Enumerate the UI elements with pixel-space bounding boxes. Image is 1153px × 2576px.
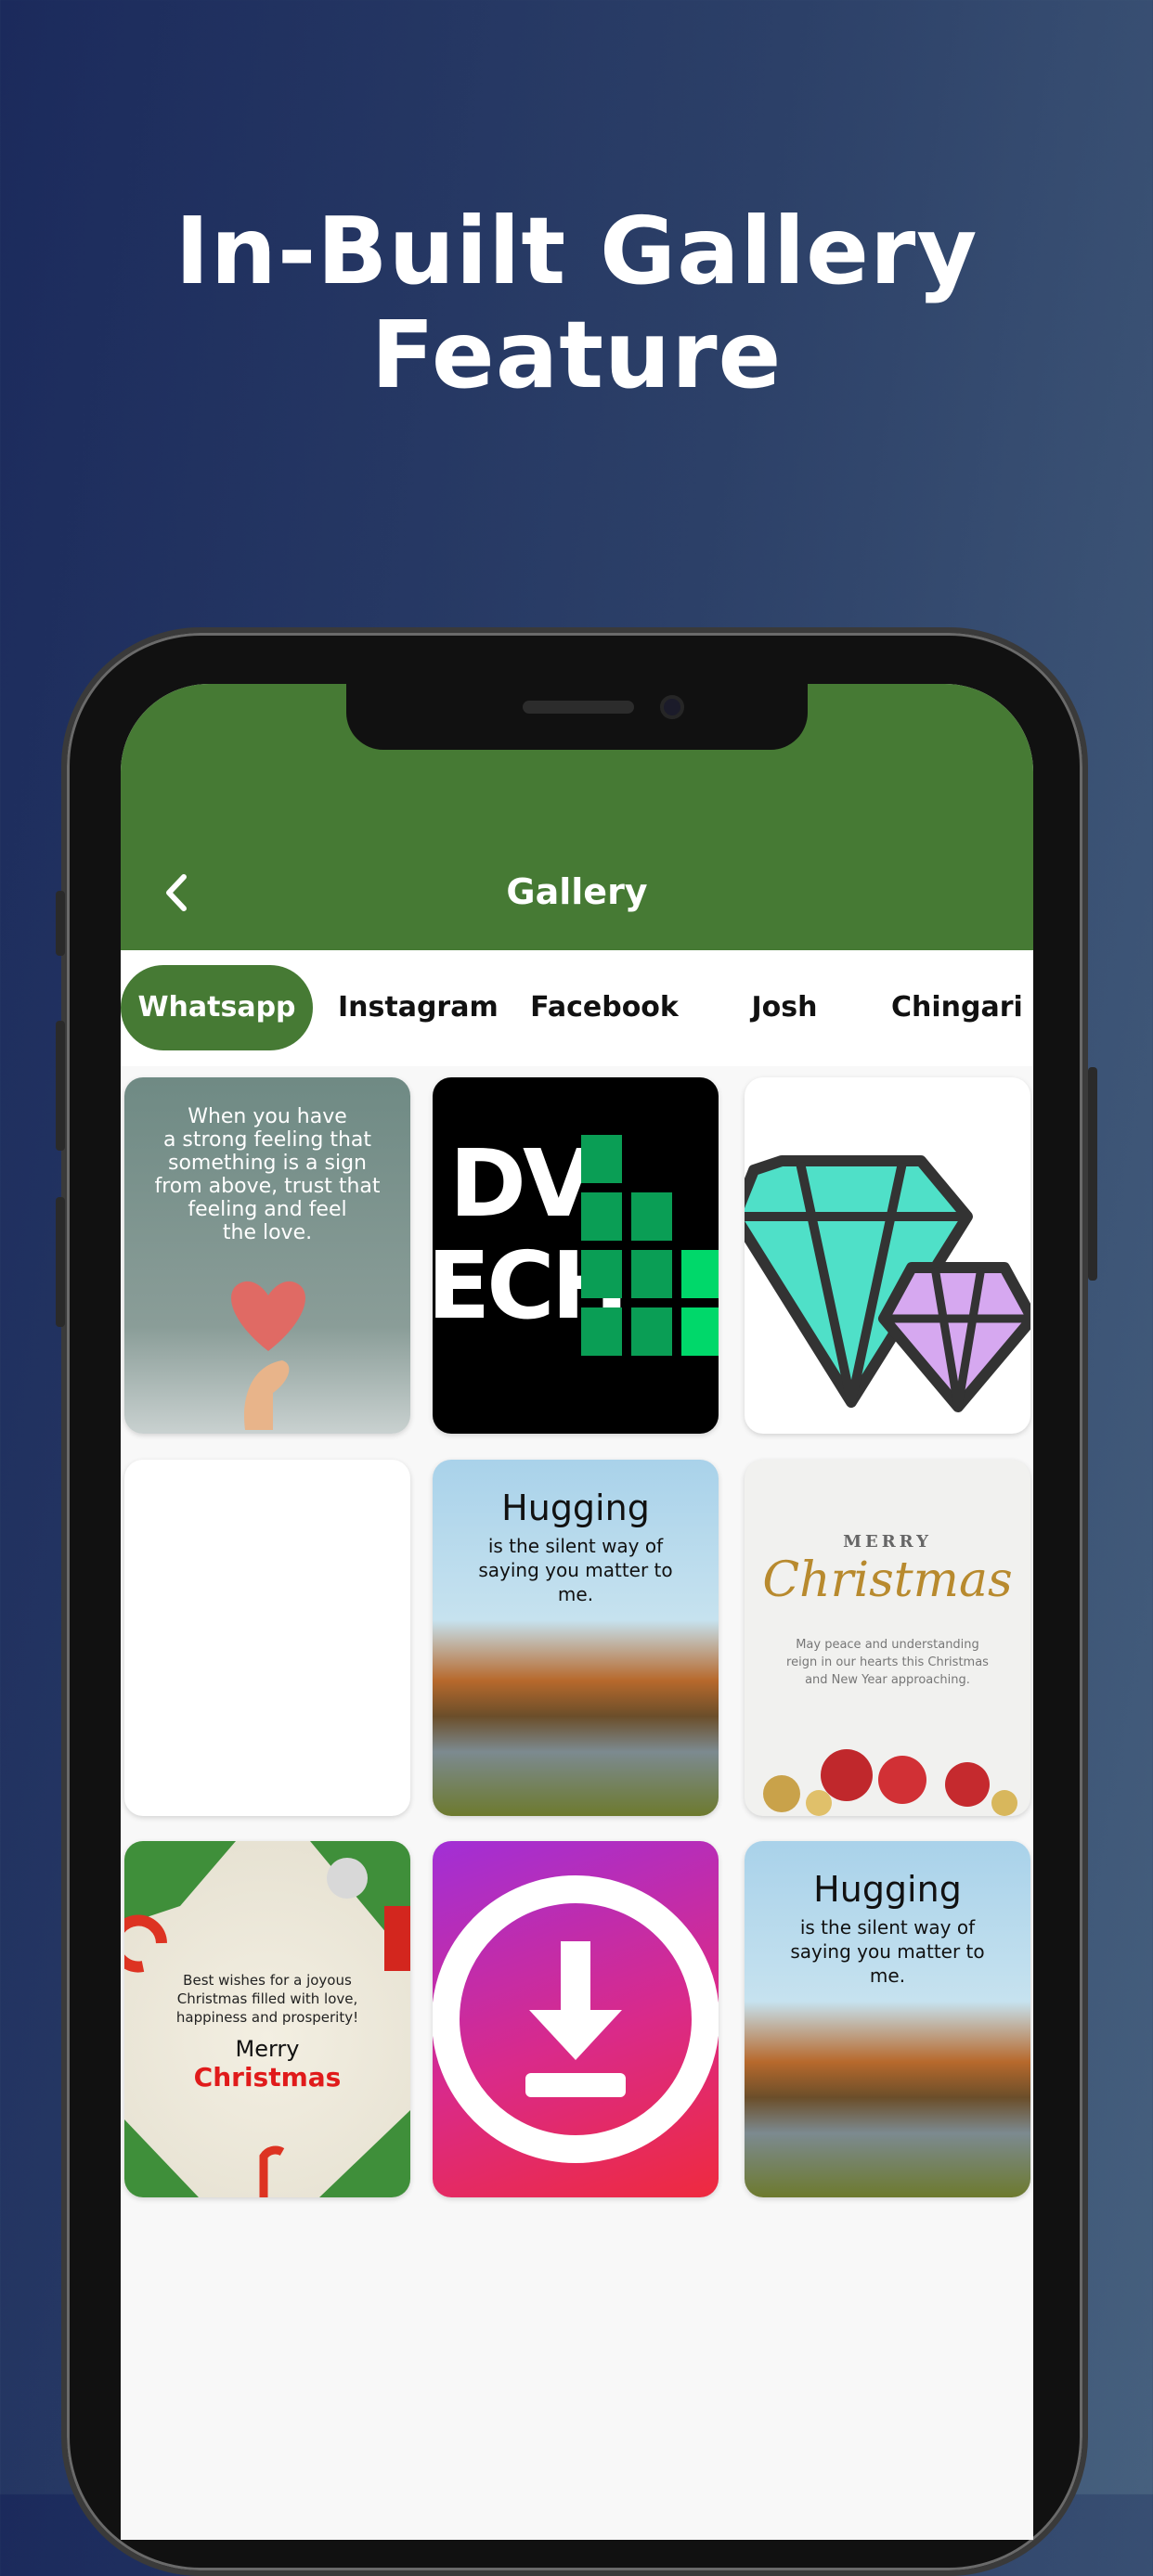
diamond-image [745,1155,1030,1412]
ornaments-image [763,1749,1017,1816]
download-icon [433,1875,719,2163]
gallery-item-christmas-wishes[interactable]: Best wishes for a joyous Christmas fille… [124,1841,410,2197]
volume-up-button [56,1021,65,1151]
merry-text: MERRY [843,1532,932,1552]
tab-facebook[interactable]: Facebook [530,965,679,1050]
hug-subtitle: is the silent way of saying you matter t… [790,1916,985,1987]
headline-line2: Feature [370,301,783,409]
logo-blocks [581,1135,719,1356]
hug-title: Hugging [813,1869,962,1910]
gallery-item-merry-christmas[interactable]: MERRY Christmas May peace and understand… [745,1460,1030,1816]
christmas-message: May peace and understanding reign in our… [786,1638,989,1687]
camera-icon [660,695,684,719]
merry-text: Merry [235,2036,300,2062]
tab-chingari[interactable]: Chingari [891,965,1023,1050]
wishes-message: Best wishes for a joyous Christmas fille… [175,1972,359,2026]
power-button [1088,1067,1097,1281]
tab-josh[interactable]: Josh [729,965,840,1050]
christmas-script: Christmas [762,1552,1013,1608]
notch [346,684,808,750]
volume-down-button [56,1197,65,1327]
tab-instagram[interactable]: Instagram [338,965,499,1050]
gallery-item-logo[interactable]: DV ECH [433,1077,719,1434]
gallery-item-blank[interactable] [124,1460,410,1816]
tab-whatsapp[interactable]: Whatsapp [121,965,313,1050]
source-tabs: Whatsapp Instagram Facebook Josh Chingar… [121,950,1033,1066]
gallery-item-download-app[interactable] [433,1841,719,2197]
app-screen: Gallery Whatsapp Instagram Facebook Josh… [121,684,1033,2540]
hug-subtitle: is the silent way of saying you matter t… [478,1535,673,1605]
app-header: Gallery [121,684,1033,950]
gallery-item-quote[interactable]: When you have a strong feeling that someth… [124,1077,410,1434]
quote-text: When you have a strong feeling that someth… [154,1105,381,1244]
christmas-text: Christmas [193,2062,342,2093]
headline: In-Built Gallery Feature [0,200,1153,407]
page-title: Gallery [506,871,648,912]
mute-switch [56,891,65,956]
gallery-item-hugging-2[interactable]: Hugging is the silent way of saying you … [745,1841,1030,2197]
gallery-item-diamonds[interactable] [745,1077,1030,1434]
gallery-item-hugging[interactable]: Hugging is the silent way of saying you … [433,1460,719,1816]
headline-line1: In-Built Gallery [175,197,978,305]
hug-title: Hugging [501,1488,650,1528]
heart-hand-image [231,1281,305,1430]
